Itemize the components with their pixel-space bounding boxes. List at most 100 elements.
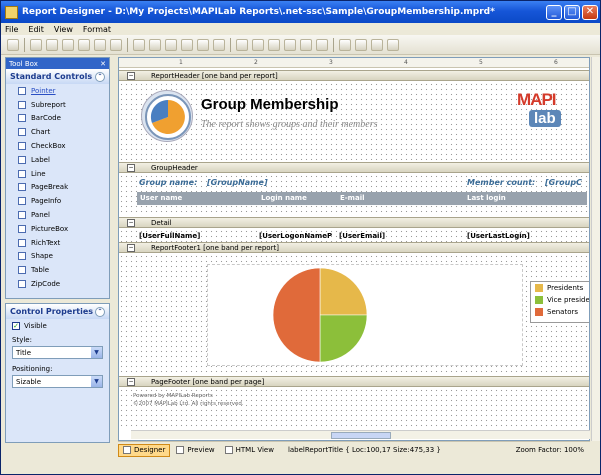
menu-file[interactable]: File (5, 25, 18, 34)
tab-preview[interactable]: Preview (172, 444, 218, 457)
tool-pagebreak[interactable]: PageBreak (6, 181, 109, 195)
toolbar-button[interactable] (197, 38, 209, 51)
member-count-label[interactable]: Member count: (467, 178, 535, 187)
picturebox-icon (18, 224, 26, 233)
positioning-select[interactable]: Sizable ▼ (12, 375, 103, 388)
minimize-button[interactable]: _ (546, 4, 562, 20)
group-header-row: Group name: [GroupName] Member count: [G… (137, 178, 587, 190)
tool-table[interactable]: Table (6, 263, 109, 277)
report-logo-image[interactable] (141, 90, 193, 142)
tool-chart[interactable]: Chart (6, 125, 109, 139)
maximize-button[interactable]: □ (564, 4, 580, 20)
band-report-footer[interactable]: − ReportFooter1 [one band per report] (119, 242, 589, 253)
tool-barcode[interactable]: BarCode (6, 112, 109, 126)
pin-close-icon[interactable]: ✕ (100, 60, 106, 68)
tool-checkbox[interactable]: CheckBox (6, 139, 109, 153)
toolbox-title: Tool Box (9, 59, 38, 68)
toolbar-button[interactable] (268, 38, 280, 51)
style-row: Style: Title ▼ (6, 333, 109, 362)
ruler-mark: 3 (329, 59, 333, 66)
toolbar-button[interactable] (300, 38, 312, 51)
detail-field[interactable]: [UserLastLogin] (467, 232, 530, 240)
mapilab-logo[interactable]: MAPI lab (517, 90, 579, 138)
band-group-header[interactable]: − GroupHeader (119, 162, 589, 173)
control-properties-title: Control Properties (10, 307, 94, 316)
tool-zipcode[interactable]: ZipCode (6, 277, 109, 291)
tool-picturebox[interactable]: PictureBox (6, 222, 109, 236)
toolbar-button[interactable] (213, 38, 225, 51)
toolbar-button[interactable] (252, 38, 264, 51)
toolbar-button[interactable] (94, 38, 106, 51)
vertical-scrollbar[interactable] (591, 57, 600, 441)
column-title[interactable]: Last login (467, 194, 506, 202)
legend-item: Vice presidents (531, 294, 589, 306)
control-properties-pane: Control Properties ⌃ ✓ Visible Style: Tit… (5, 303, 110, 443)
toolbar-button[interactable] (316, 38, 328, 51)
toolbar-button[interactable] (30, 38, 42, 51)
band-page-footer[interactable]: − PageFooter [one band per page] (119, 376, 589, 387)
report-footer-area[interactable]: Presidents Vice presidents Senators (119, 254, 589, 373)
report-subtitle[interactable]: The report shows groups and their member… (201, 119, 377, 130)
menu-view[interactable]: View (54, 25, 73, 34)
toolbar-button[interactable] (149, 38, 161, 51)
tool-subreport[interactable]: Subreport (6, 98, 109, 112)
tool-pointer[interactable]: Pointer (6, 84, 109, 98)
column-title[interactable]: E-mail (340, 194, 365, 202)
toolbar-button[interactable] (7, 38, 19, 51)
standard-controls-header[interactable]: Standard Controls ⌃ (6, 69, 109, 84)
group-count-field[interactable]: [GroupC (545, 178, 582, 187)
toolbar-button[interactable] (387, 38, 399, 51)
detail-field[interactable]: [UserEmail] (339, 232, 385, 240)
dropdown-arrow-icon[interactable]: ▼ (91, 376, 102, 387)
page-footer-text[interactable]: Powered by MAPILab Reports ©2007 MAPILab… (133, 392, 244, 408)
toolbar-button[interactable] (181, 38, 193, 51)
tool-shape[interactable]: Shape (6, 250, 109, 264)
report-header-area[interactable]: Group Membership The report shows groups… (119, 82, 589, 160)
close-button[interactable]: ✕ (582, 4, 598, 20)
toolbar-button[interactable] (133, 38, 145, 51)
menu-format[interactable]: Format (83, 25, 111, 34)
group-name-label[interactable]: Group name: (139, 178, 197, 187)
style-select[interactable]: Title ▼ (12, 346, 103, 359)
menu-edit[interactable]: Edit (28, 25, 44, 34)
chart-control[interactable]: Presidents Vice presidents Senators (207, 264, 589, 366)
collapse-icon[interactable]: ⌃ (95, 306, 105, 317)
toolbar-button[interactable] (355, 38, 367, 51)
toolbar-button[interactable] (284, 38, 296, 51)
detail-field[interactable]: [UserFullName] (139, 232, 200, 240)
ruler-mark: 2 (254, 59, 258, 66)
detail-field[interactable]: [UserLogonNameP (259, 232, 332, 240)
tool-label[interactable]: Label (6, 153, 109, 167)
html-view-icon (224, 446, 233, 454)
visible-checkbox[interactable]: ✓ (12, 322, 20, 330)
tool-pageinfo[interactable]: PageInfo (6, 194, 109, 208)
page-footer-area[interactable]: Powered by MAPILab Reports ©2007 MAPILab… (119, 388, 589, 428)
band-report-header[interactable]: − ReportHeader [one band per report] (119, 70, 589, 81)
toolbar-button[interactable] (110, 38, 122, 51)
tool-line[interactable]: Line (6, 167, 109, 181)
toolbar-button[interactable] (62, 38, 74, 51)
report-title[interactable]: Group Membership (201, 96, 339, 113)
tab-designer[interactable]: Designer (118, 443, 171, 457)
tool-richtext[interactable]: RichText (6, 236, 109, 250)
control-properties-header[interactable]: Control Properties ⌃ (6, 304, 109, 319)
horizontal-scrollbar[interactable] (131, 430, 590, 439)
toolbar-button[interactable] (339, 38, 351, 51)
toolbar-button[interactable] (46, 38, 58, 51)
column-title[interactable]: User name (140, 194, 182, 202)
toolbar-button[interactable] (371, 38, 383, 51)
toolbar-button[interactable] (236, 38, 248, 51)
group-header-area[interactable]: Group name: [GroupName] Member count: [G… (119, 174, 589, 216)
tab-html-view[interactable]: HTML View (221, 444, 278, 457)
detail-area[interactable]: [UserFullName] [UserLogonNameP [UserEmai… (119, 229, 589, 242)
group-name-field[interactable]: [GroupName] (207, 178, 268, 187)
dropdown-arrow-icon[interactable]: ▼ (91, 347, 102, 358)
tool-panel[interactable]: Panel (6, 208, 109, 222)
toolbar-button[interactable] (78, 38, 90, 51)
band-detail[interactable]: − Detail (119, 217, 589, 228)
column-title[interactable]: Login name (261, 194, 307, 202)
report-design-surface[interactable]: 1 2 3 4 5 6 − ReportHeader [one band per… (118, 57, 590, 441)
scroll-thumb[interactable] (331, 432, 391, 439)
collapse-icon[interactable]: ⌃ (95, 71, 105, 82)
toolbar-button[interactable] (165, 38, 177, 51)
